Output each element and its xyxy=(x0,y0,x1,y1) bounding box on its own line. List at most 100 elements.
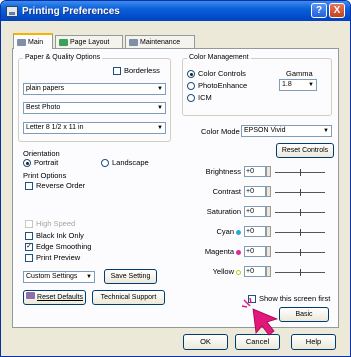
chevron-down-icon[interactable]: ▼ xyxy=(84,272,94,282)
icm-radio[interactable]: ICM xyxy=(187,93,212,103)
media-type-select[interactable]: plain papers ▼ xyxy=(23,83,166,95)
slider-thumb[interactable] xyxy=(300,229,301,236)
slider-label: Cyan xyxy=(216,227,234,236)
reset-defaults-label: Reset Defaults xyxy=(37,294,83,301)
chevron-down-icon[interactable]: ▼ xyxy=(155,123,165,133)
main-tab-panel: Paper & Quality Options Borderless plain… xyxy=(12,48,339,328)
edge-smoothing-check[interactable]: ✓ xyxy=(25,243,33,252)
printer-icon xyxy=(6,5,18,17)
slider-value-input[interactable]: +0 xyxy=(244,226,266,237)
slider-thumb[interactable] xyxy=(300,249,301,256)
icm-label: ICM xyxy=(198,93,212,102)
show-screen-first-checkbox[interactable]: Show this screen first xyxy=(248,294,331,304)
slider-thumb[interactable] xyxy=(300,269,301,276)
slider-spinner[interactable] xyxy=(266,266,271,277)
magenta-dot-icon xyxy=(236,249,241,255)
ok-button[interactable]: OK xyxy=(183,334,228,350)
portrait-radio[interactable]: Portrait xyxy=(23,158,59,168)
slider-value-input[interactable]: +0 xyxy=(244,186,266,197)
color-slider-row: Contrast +0 xyxy=(183,186,333,200)
print-options-title: Print Options xyxy=(23,171,67,180)
print-preview-label: Print Preview xyxy=(36,253,81,262)
slider-spinner[interactable] xyxy=(266,246,271,257)
custom-settings-select[interactable]: Custom Settings ▼ xyxy=(23,271,95,283)
tab-page-layout-label: Page Layout xyxy=(70,38,110,46)
window-title: Printing Preferences xyxy=(22,5,120,17)
close-button[interactable]: X xyxy=(329,3,345,18)
main-tab-icon xyxy=(17,38,26,46)
tab-maintenance-label: Maintenance xyxy=(140,38,181,46)
chevron-down-icon[interactable]: ▼ xyxy=(306,80,316,90)
reverse-order-label: Reverse Order xyxy=(36,181,86,190)
color-controls-radio[interactable]: Color Controls xyxy=(187,69,246,79)
color-mode-select[interactable]: EPSON Vivid ▼ xyxy=(241,125,332,137)
basic-button[interactable]: Basic xyxy=(279,307,329,322)
slider-spinner[interactable] xyxy=(266,186,271,197)
chevron-down-icon[interactable]: ▼ xyxy=(321,126,331,136)
slider-value-input[interactable]: +0 xyxy=(244,266,266,277)
tab-page-layout[interactable]: Page Layout xyxy=(55,35,123,48)
color-adjustment-area: Brightness +0 Contrast +0 Saturation +0 xyxy=(182,159,332,285)
icm-radio-dot[interactable] xyxy=(187,94,195,103)
landscape-radio-dot[interactable] xyxy=(101,159,109,168)
color-mode-value: EPSON Vivid xyxy=(244,127,286,134)
borderless-label: Borderless xyxy=(124,66,160,75)
reset-controls-button[interactable]: Reset Controls xyxy=(276,143,334,158)
tab-maintenance[interactable]: Maintenance xyxy=(125,35,195,48)
high-speed-checkbox[interactable]: High Speed xyxy=(25,219,75,229)
high-speed-check[interactable] xyxy=(25,220,33,229)
paper-quality-group: Paper & Quality Options Borderless plain… xyxy=(18,54,171,142)
color-mode-label: Color Mode xyxy=(201,127,240,136)
color-slider-row: Magenta +0 xyxy=(183,246,333,260)
help-button[interactable]: Help xyxy=(291,334,336,350)
slider-value-input[interactable]: +0 xyxy=(244,166,266,177)
landscape-radio[interactable]: Landscape xyxy=(101,158,149,168)
quality-value: Best Photo xyxy=(26,104,61,111)
borderless-checkbox[interactable]: Borderless xyxy=(113,66,160,76)
slider-label: Yellow xyxy=(212,267,234,276)
black-ink-only-check[interactable] xyxy=(25,232,33,241)
quality-select[interactable]: Best Photo ▼ xyxy=(23,102,166,114)
reset-defaults-button[interactable]: Reset Defaults xyxy=(23,290,86,305)
print-preview-check[interactable] xyxy=(25,254,33,263)
slider-spinner[interactable] xyxy=(266,166,271,177)
portrait-label: Portrait xyxy=(34,158,59,167)
tab-main[interactable]: Main xyxy=(13,33,53,49)
custom-settings-value: Custom Settings xyxy=(26,273,78,280)
slider-value-input[interactable]: +0 xyxy=(244,246,266,257)
cancel-button[interactable]: Cancel xyxy=(235,334,280,350)
show-screen-first-label: Show this screen first xyxy=(259,294,331,303)
color-controls-radio-dot[interactable] xyxy=(187,70,195,79)
help-title-button[interactable]: ? xyxy=(311,3,327,18)
gamma-label: Gamma xyxy=(286,69,313,78)
slider-spinner[interactable] xyxy=(266,226,271,237)
slider-thumb[interactable] xyxy=(300,169,301,176)
color-slider-row: Saturation +0 xyxy=(183,206,333,220)
photo-enhance-radio-dot[interactable] xyxy=(187,82,195,91)
slider-thumb[interactable] xyxy=(300,209,301,216)
chevron-down-icon[interactable]: ▼ xyxy=(155,84,165,94)
paper-size-select[interactable]: Letter 8 1/2 x 11 in ▼ xyxy=(23,122,166,134)
print-preview-checkbox[interactable]: Print Preview xyxy=(25,253,81,263)
show-screen-first-check[interactable] xyxy=(248,295,256,304)
chevron-down-icon[interactable]: ▼ xyxy=(155,103,165,113)
reverse-order-check[interactable] xyxy=(25,182,33,191)
photo-enhance-label: PhotoEnhance xyxy=(198,81,248,90)
technical-support-button[interactable]: Technical Support xyxy=(92,290,165,305)
slider-value-input[interactable]: +0 xyxy=(244,206,266,217)
photo-enhance-radio[interactable]: PhotoEnhance xyxy=(187,81,248,91)
tab-main-label: Main xyxy=(28,38,44,46)
reverse-order-checkbox[interactable]: Reverse Order xyxy=(25,181,86,191)
color-management-group: Color Management Color Controls PhotoEnh… xyxy=(182,54,332,116)
black-ink-only-checkbox[interactable]: Black Ink Only xyxy=(25,231,84,241)
color-slider-row: Brightness +0 xyxy=(183,166,333,180)
gamma-select[interactable]: 1.8 ▼ xyxy=(279,79,317,91)
yellow-dot-icon xyxy=(236,269,241,275)
borderless-check[interactable] xyxy=(113,67,121,76)
edge-smoothing-checkbox[interactable]: ✓ Edge Smoothing xyxy=(25,242,91,252)
slider-spinner[interactable] xyxy=(266,206,271,217)
save-setting-button[interactable]: Save Setting xyxy=(104,269,157,284)
reset-icon xyxy=(26,292,36,299)
portrait-radio-dot[interactable] xyxy=(23,159,31,168)
slider-thumb[interactable] xyxy=(300,189,301,196)
